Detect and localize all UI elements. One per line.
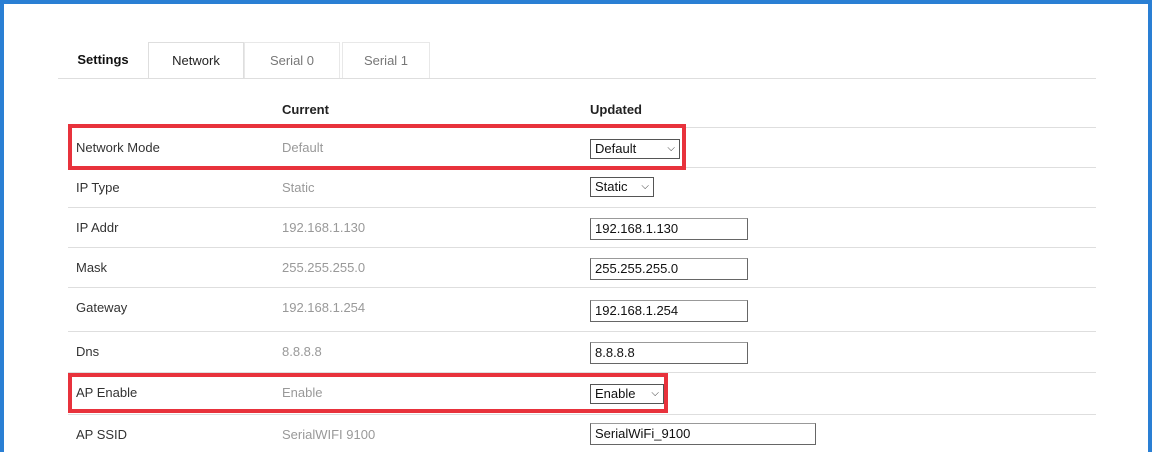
current-value: Static bbox=[282, 180, 315, 195]
current-value: 192.168.1.130 bbox=[282, 220, 366, 235]
current-value: Enable bbox=[282, 385, 323, 400]
chevron-down-icon: ⌵ bbox=[651, 388, 659, 399]
row-ip-type: IP Type Static Static ⌵ bbox=[68, 167, 1096, 207]
field-label: AP SSID bbox=[76, 427, 128, 442]
field-label: IP Type bbox=[76, 180, 120, 195]
field-label: IP Addr bbox=[76, 220, 119, 235]
current-value: 255.255.255.0 bbox=[282, 260, 366, 275]
field-label: Mask bbox=[76, 260, 108, 275]
column-header-current: Current bbox=[282, 102, 329, 117]
row-dns: Dns 8.8.8.8 8.8.8.8 bbox=[68, 331, 1096, 371]
current-value: SerialWIFI 9100 bbox=[282, 427, 376, 442]
dns-input[interactable]: 8.8.8.8 bbox=[590, 342, 748, 364]
chevron-down-icon: ⌵ bbox=[667, 143, 675, 154]
selected-value: Enable bbox=[595, 386, 636, 401]
window-frame-left bbox=[0, 0, 4, 452]
current-value: 8.8.8.8 bbox=[282, 344, 322, 359]
field-label: Gateway bbox=[76, 300, 128, 315]
tab-network[interactable]: Network bbox=[148, 42, 244, 79]
ip-addr-input[interactable]: 192.168.1.130 bbox=[590, 218, 748, 240]
row-network-mode: Network Mode Default Default ⌵ bbox=[68, 127, 1096, 167]
row-ap-ssid: AP SSID SerialWIFI 9100 SerialWiFi_9100 bbox=[68, 414, 1096, 454]
current-value: Default bbox=[282, 140, 324, 155]
ip-type-select[interactable]: Static ⌵ bbox=[590, 177, 654, 197]
field-label: AP Enable bbox=[76, 385, 138, 400]
row-ip-addr: IP Addr 192.168.1.130 192.168.1.130 bbox=[68, 207, 1096, 247]
tab-divider bbox=[58, 78, 1096, 79]
current-value: 192.168.1.254 bbox=[282, 300, 366, 315]
tab-settings[interactable]: Settings bbox=[58, 42, 148, 78]
window-frame-right bbox=[1148, 0, 1152, 452]
selected-value: Default bbox=[595, 141, 637, 156]
row-mask: Mask 255.255.255.0 255.255.255.0 bbox=[68, 247, 1096, 287]
mask-input[interactable]: 255.255.255.0 bbox=[590, 258, 748, 280]
gateway-input[interactable]: 192.168.1.254 bbox=[590, 300, 748, 322]
ap-enable-select[interactable]: Enable ⌵ bbox=[590, 384, 664, 404]
window-frame-top bbox=[0, 0, 1152, 4]
ap-ssid-input[interactable]: SerialWiFi_9100 bbox=[590, 423, 816, 445]
column-header-updated: Updated bbox=[590, 102, 642, 117]
selected-value: Static bbox=[595, 179, 628, 194]
network-mode-select[interactable]: Default ⌵ bbox=[590, 139, 680, 159]
row-gateway: Gateway 192.168.1.254 192.168.1.254 bbox=[68, 287, 1096, 327]
tab-serial-0[interactable]: Serial 0 bbox=[244, 42, 340, 78]
field-label: Dns bbox=[76, 344, 100, 359]
field-label: Network Mode bbox=[76, 140, 160, 155]
tab-serial-1[interactable]: Serial 1 bbox=[342, 42, 430, 78]
row-ap-enable: AP Enable Enable Enable ⌵ bbox=[68, 372, 1096, 412]
chevron-down-icon: ⌵ bbox=[641, 181, 649, 192]
